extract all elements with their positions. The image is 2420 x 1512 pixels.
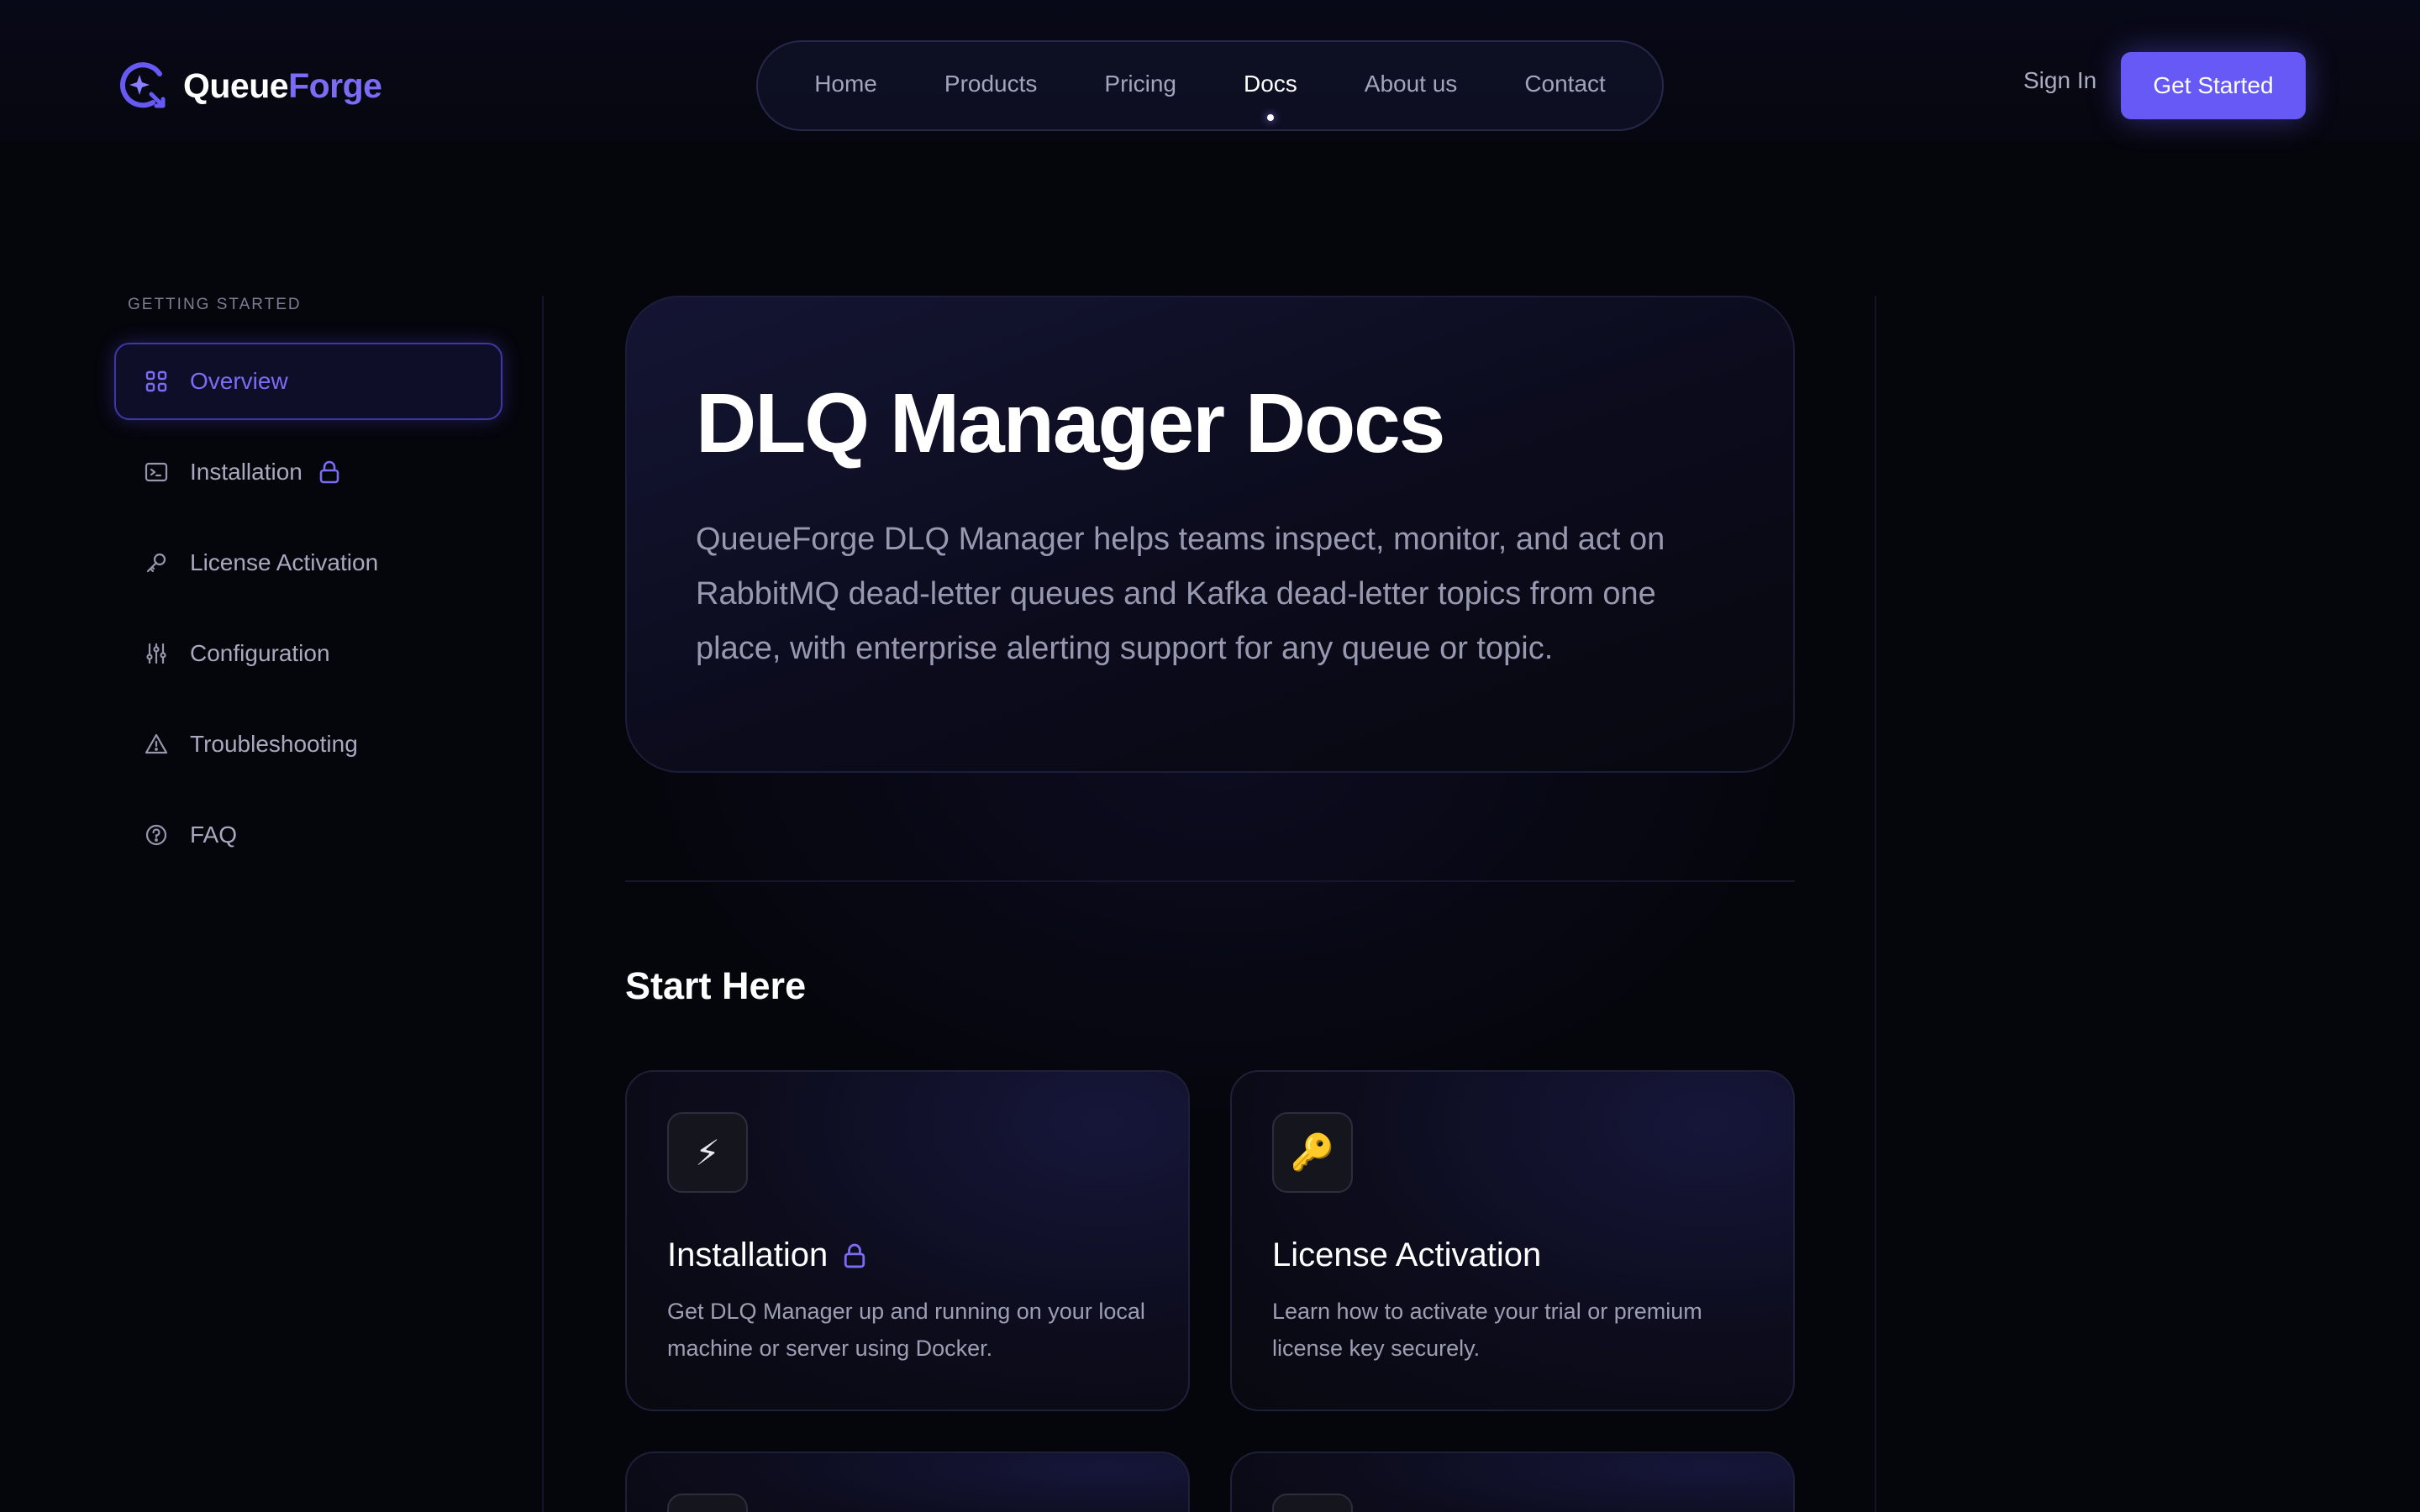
lock-icon [844,1243,865,1268]
content-divider [1875,296,1876,1512]
brand-logo[interactable]: QueueForge [119,59,382,113]
section-divider [625,880,1795,882]
brand-name: QueueForge [183,66,382,105]
sidebar-item-label: Configuration [190,640,330,666]
card-license-activation[interactable]: 🔑 License Activation Learn how to activa… [1230,1070,1795,1411]
card-title: License Activation [1272,1236,1542,1273]
queueforge-logo-icon [120,62,166,108]
nav-home[interactable]: Home [781,42,911,129]
sidebar-item-label: Troubleshooting [190,731,358,757]
get-started-button[interactable]: Get Started [2121,52,2306,119]
card-partial[interactable] [625,1452,1190,1512]
sidebar-item-label: Overview [190,368,288,394]
terminal-icon [145,462,168,482]
main-nav: Home Products Pricing Docs About us Cont… [756,40,1664,131]
card-description: Learn how to activate your trial or prem… [1272,1299,1702,1361]
start-here-heading: Start Here [625,964,807,1007]
top-header: QueueForge Home Products Pricing Docs Ab… [0,0,2420,141]
key-icon [146,553,166,573]
sidebar-section-title: GETTING STARTED [128,296,302,313]
docs-sidebar: GETTING STARTED Overview Installation Li… [114,296,502,887]
nav-products[interactable]: Products [911,42,1071,129]
nav-docs[interactable]: Docs [1210,42,1331,129]
sign-in-link[interactable]: Sign In [2023,67,2096,94]
card-installation[interactable]: ⚡ Installation Get DLQ Manager up and ru… [625,1070,1190,1411]
key-icon: 🔑 [1272,1112,1353,1193]
sidebar-item-troubleshooting[interactable]: Troubleshooting [114,706,502,783]
active-indicator-dot [1266,114,1274,121]
sidebar-item-faq[interactable]: FAQ [114,796,502,874]
help-circle-icon [145,824,167,846]
sidebar-item-installation[interactable]: Installation [114,433,502,511]
sliders-icon [146,643,166,664]
grid-icon [145,370,167,392]
lightning-icon: ⚡ [667,1112,748,1193]
hero-card: DLQ Manager Docs QueueForge DLQ Manager … [625,296,1795,773]
lock-icon [319,460,339,484]
card-icon [667,1494,748,1512]
card-icon [1272,1494,1353,1512]
sidebar-item-label: FAQ [190,822,238,848]
sidebar-item-label: Installation [190,459,302,485]
sidebar-divider [542,296,544,1512]
nav-pricing[interactable]: Pricing [1071,42,1210,129]
sidebar-item-license-activation[interactable]: License Activation [114,524,502,601]
card-description: Get DLQ Manager up and running on your l… [667,1299,1145,1361]
warning-icon [145,733,168,754]
page-description: QueueForge DLQ Manager helps teams inspe… [696,522,1665,666]
sidebar-item-overview[interactable]: Overview [114,343,502,420]
nav-about-us[interactable]: About us [1331,42,1491,129]
sidebar-item-configuration[interactable]: Configuration [114,615,502,692]
nav-contact[interactable]: Contact [1491,42,1639,129]
page-title: DLQ Manager Docs [696,376,1445,470]
card-title: Installation [667,1236,1148,1274]
card-partial[interactable] [1230,1452,1795,1512]
sidebar-item-label: License Activation [190,549,379,575]
